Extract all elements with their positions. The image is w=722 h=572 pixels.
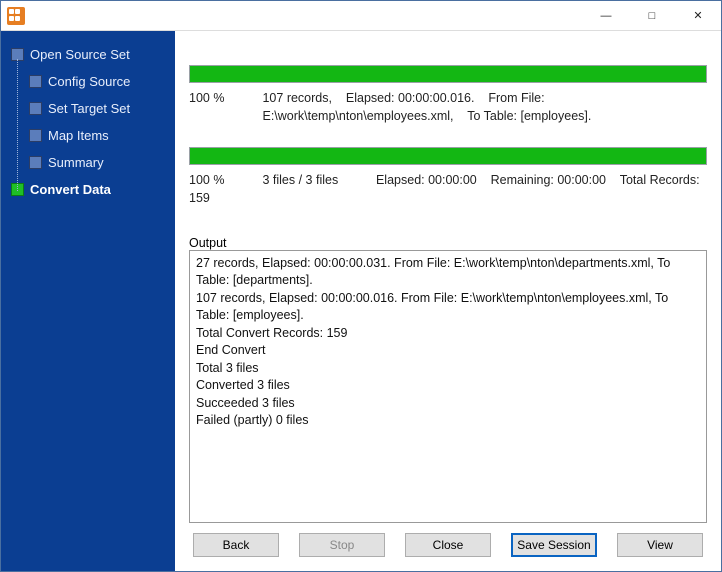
- output-line: 27 records, Elapsed: 00:00:00.031. From …: [196, 255, 700, 290]
- output-line: End Convert: [196, 342, 700, 360]
- step-label: Config Source: [48, 74, 130, 89]
- app-window: — □ ✕ Open Source Set Config Source Set Ta…: [0, 0, 722, 572]
- output-line: Succeeded 3 files: [196, 395, 700, 413]
- total-progress-percent: 100 %: [189, 171, 259, 189]
- titlebar: — □ ✕: [1, 1, 721, 31]
- minimize-button[interactable]: —: [583, 1, 629, 31]
- output-line: Converted 3 files: [196, 377, 700, 395]
- maximize-button[interactable]: □: [629, 1, 675, 31]
- app-icon: [7, 7, 25, 25]
- step-icon: [29, 129, 42, 142]
- file-progress-text: 100 % 107 records, Elapsed: 00:00:00.016…: [189, 89, 707, 125]
- output-line: Total Convert Records: 159: [196, 325, 700, 343]
- step-label: Set Target Set: [48, 101, 130, 116]
- step-label: Convert Data: [30, 182, 111, 197]
- wizard-step-convert-data[interactable]: Convert Data: [7, 176, 169, 203]
- wizard-sidebar: Open Source Set Config Source Set Target S…: [1, 31, 175, 571]
- total-progress-bar: [189, 147, 707, 165]
- save-session-button[interactable]: Save Session: [511, 533, 597, 557]
- file-progress-block: 100 % 107 records, Elapsed: 00:00:00.016…: [189, 65, 707, 125]
- wizard-step-map-items[interactable]: Map Items: [7, 122, 169, 149]
- wizard-step-set-target-set[interactable]: Set Target Set: [7, 95, 169, 122]
- step-label: Summary: [48, 155, 104, 170]
- wizard-step-config-source[interactable]: Config Source: [7, 68, 169, 95]
- stop-button: Stop: [299, 533, 385, 557]
- output-textarea[interactable]: 27 records, Elapsed: 00:00:00.031. From …: [189, 250, 707, 524]
- close-button[interactable]: Close: [405, 533, 491, 557]
- wizard-step-open-source-set[interactable]: Open Source Set: [7, 41, 169, 68]
- step-icon: [29, 156, 42, 169]
- view-button[interactable]: View: [617, 533, 703, 557]
- step-icon: [29, 75, 42, 88]
- output-label: Output: [189, 236, 707, 250]
- step-label: Map Items: [48, 128, 109, 143]
- step-label: Open Source Set: [30, 47, 130, 62]
- close-window-button[interactable]: ✕: [675, 1, 721, 31]
- total-progress-text: 100 % 3 files / 3 files Elapsed: 00:00:0…: [189, 171, 707, 207]
- back-button[interactable]: Back: [193, 533, 279, 557]
- step-icon: [29, 102, 42, 115]
- button-row: Back Stop Close Save Session View: [189, 523, 707, 563]
- output-line: Failed (partly) 0 files: [196, 412, 700, 430]
- output-line: 107 records, Elapsed: 00:00:00.016. From…: [196, 290, 700, 325]
- main-panel: 100 % 107 records, Elapsed: 00:00:00.016…: [175, 31, 721, 571]
- file-progress-bar: [189, 65, 707, 83]
- total-progress-block: 100 % 3 files / 3 files Elapsed: 00:00:0…: [189, 147, 707, 207]
- file-progress-percent: 100 %: [189, 89, 259, 107]
- wizard-step-summary[interactable]: Summary: [7, 149, 169, 176]
- output-line: Total 3 files: [196, 360, 700, 378]
